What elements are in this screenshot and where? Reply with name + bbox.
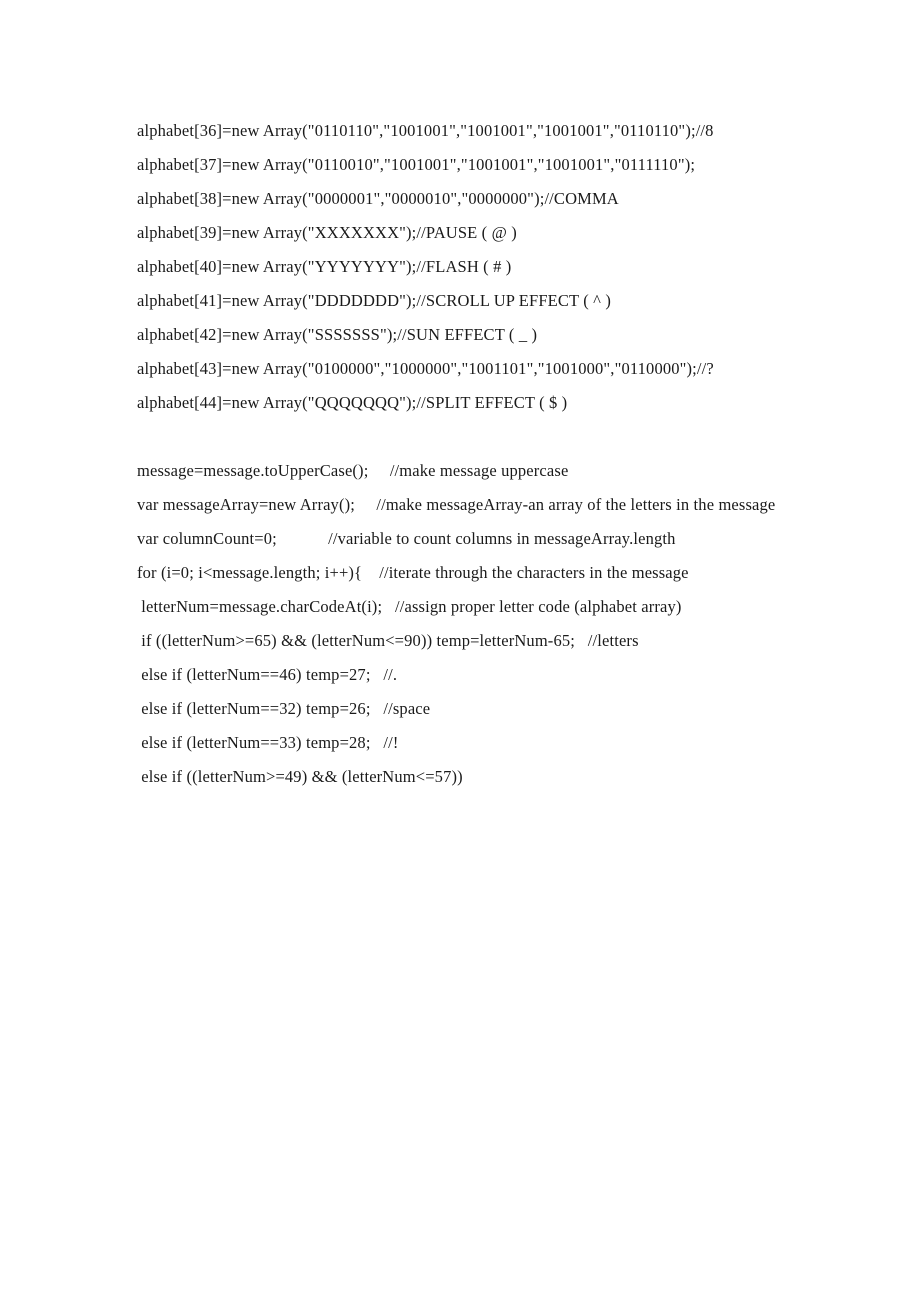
code-line: alphabet[44]=new Array("QQQQQQQ");//SPLI…: [137, 393, 568, 412]
code-line: else if ((letterNum>=49) && (letterNum<=…: [137, 767, 463, 786]
code-line: alphabet[37]=new Array("0110010","100100…: [137, 155, 696, 174]
code-line: alphabet[40]=new Array("YYYYYYY");//FLAS…: [137, 257, 512, 276]
code-line: var columnCount=0; //variable to count c…: [137, 529, 676, 548]
code-line: var messageArray=new Array(); //make mes…: [137, 495, 776, 514]
code-line: if ((letterNum>=65) && (letterNum<=90)) …: [137, 631, 639, 650]
code-line: else if (letterNum==32) temp=26; //space: [137, 699, 431, 718]
code-line: alphabet[36]=new Array("0110110","100100…: [137, 121, 714, 140]
code-line: alphabet[38]=new Array("0000001","000001…: [137, 189, 619, 208]
code-line: alphabet[39]=new Array("XXXXXXX");//PAUS…: [137, 223, 517, 242]
code-line: else if (letterNum==46) temp=27; //.: [137, 665, 398, 684]
code-line: else if (letterNum==33) temp=28; //!: [137, 733, 399, 752]
code-line: message=message.toUpperCase(); //make me…: [137, 461, 569, 480]
code-listing: alphabet[36]=new Array("0110110","100100…: [137, 114, 785, 794]
code-line: alphabet[41]=new Array("DDDDDDD");//SCRO…: [137, 291, 611, 310]
code-line: letterNum=message.charCodeAt(i); //assig…: [137, 597, 682, 616]
code-line: for (i=0; i<message.length; i++){ //iter…: [137, 563, 689, 582]
code-line: alphabet[42]=new Array("SSSSSSS");//SUN …: [137, 325, 538, 344]
code-line: alphabet[43]=new Array("0100000","100000…: [137, 359, 714, 378]
document-page: alphabet[36]=new Array("0110110","100100…: [0, 0, 920, 1302]
